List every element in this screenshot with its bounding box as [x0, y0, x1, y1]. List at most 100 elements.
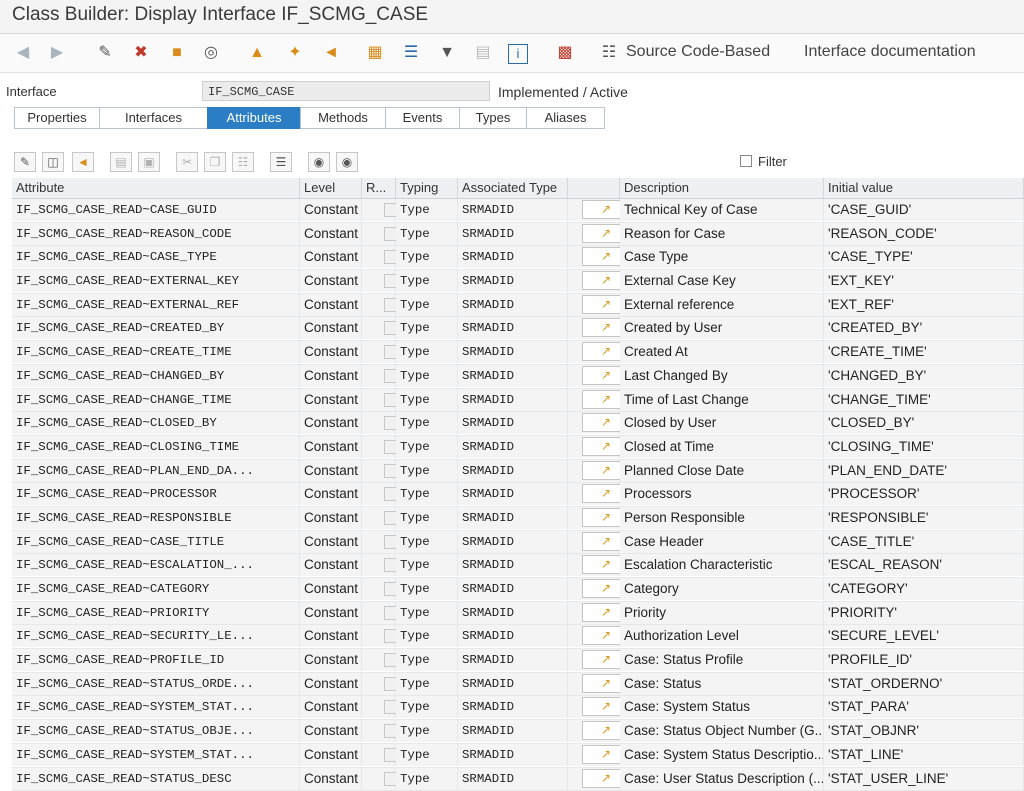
paste-icon[interactable]: ☷	[232, 152, 254, 172]
description-cell[interactable]: Created At	[620, 341, 824, 363]
level-cell[interactable]: Constant	[300, 625, 362, 647]
associated-type-cell[interactable]: SRMADID	[458, 720, 568, 742]
attribute-cell[interactable]: IF_SCMG_CASE_READ~SECURITY_LE...	[12, 625, 300, 647]
attribute-cell[interactable]: IF_SCMG_CASE_READ~RESPONSIBLE	[12, 507, 300, 529]
initial-value-cell[interactable]: 'CATEGORY'	[824, 578, 1024, 600]
associated-type-cell[interactable]: SRMADID	[458, 578, 568, 600]
attribute-cell[interactable]: IF_SCMG_CASE_READ~PRIORITY	[12, 602, 300, 624]
table-row[interactable]: IF_SCMG_CASE_READ~PROFILE_IDConstant Type…	[12, 649, 1024, 673]
cut-icon[interactable]: ✂	[176, 152, 198, 172]
level-cell[interactable]: Constant	[300, 223, 362, 245]
description-cell[interactable]: Created by User	[620, 317, 824, 339]
header-description[interactable]: Description	[620, 178, 824, 198]
level-cell[interactable]: Constant	[300, 649, 362, 671]
attribute-cell[interactable]: IF_SCMG_CASE_READ~CLOSED_BY	[12, 412, 300, 434]
associated-type-cell[interactable]: SRMADID	[458, 294, 568, 316]
description-cell[interactable]: Priority	[620, 602, 824, 624]
typing-cell[interactable]: Type	[396, 270, 458, 292]
associated-type-cell[interactable]: SRMADID	[458, 270, 568, 292]
table-row[interactable]: IF_SCMG_CASE_READ~CHANGED_BYConstantType…	[12, 365, 1024, 389]
find-icon[interactable]: ◉	[308, 152, 330, 172]
attribute-cell[interactable]: IF_SCMG_CASE_READ~ESCALATION_...	[12, 554, 300, 576]
description-cell[interactable]: Person Responsible	[620, 507, 824, 529]
typing-cell[interactable]: Type	[396, 341, 458, 363]
level-cell[interactable]: Constant	[300, 246, 362, 268]
associated-type-cell[interactable]: SRMADID	[458, 696, 568, 718]
typing-cell[interactable]: Type	[396, 199, 458, 221]
level-cell[interactable]: Constant	[300, 341, 362, 363]
typing-cell[interactable]: Type	[396, 317, 458, 339]
attribute-cell[interactable]: IF_SCMG_CASE_READ~SYSTEM_STAT...	[12, 744, 300, 766]
list-icon[interactable]: ☰	[400, 42, 422, 64]
description-cell[interactable]: Authorization Level	[620, 625, 824, 647]
associated-type-cell[interactable]: SRMADID	[458, 317, 568, 339]
attribute-cell[interactable]: IF_SCMG_CASE_READ~STATUS_OBJE...	[12, 720, 300, 742]
initial-value-cell[interactable]: 'CHANGED_BY'	[824, 365, 1024, 387]
associated-type-cell[interactable]: SRMADID	[458, 460, 568, 482]
associated-type-cell[interactable]: SRMADID	[458, 744, 568, 766]
initial-value-cell[interactable]: 'PRIORITY'	[824, 602, 1024, 624]
check-icon[interactable]: ✖	[130, 42, 152, 64]
detail-view-icon[interactable]: ✎	[14, 152, 36, 172]
typing-cell[interactable]: Type	[396, 696, 458, 718]
description-cell[interactable]: External Case Key	[620, 270, 824, 292]
associated-type-cell[interactable]: SRMADID	[458, 507, 568, 529]
typing-cell[interactable]: Type	[396, 460, 458, 482]
description-cell[interactable]: Case: Status	[620, 673, 824, 695]
attribute-cell[interactable]: IF_SCMG_CASE_READ~CATEGORY	[12, 578, 300, 600]
source-code-based-button[interactable]: Source Code-Based	[626, 43, 770, 61]
initial-value-cell[interactable]: 'CASE_TITLE'	[824, 531, 1024, 553]
attribute-cell[interactable]: IF_SCMG_CASE_READ~CASE_GUID	[12, 199, 300, 221]
attribute-cell[interactable]: IF_SCMG_CASE_READ~STATUS_ORDE...	[12, 673, 300, 695]
description-cell[interactable]: Processors	[620, 483, 824, 505]
associated-type-cell[interactable]: SRMADID	[458, 199, 568, 221]
test-icon[interactable]: ◎	[200, 42, 222, 64]
attribute-cell[interactable]: IF_SCMG_CASE_READ~PROFILE_ID	[12, 649, 300, 671]
level-cell[interactable]: Constant	[300, 578, 362, 600]
description-cell[interactable]: Closed by User	[620, 412, 824, 434]
initial-value-cell[interactable]: 'PLAN_END_DATE'	[824, 460, 1024, 482]
table-row[interactable]: IF_SCMG_CASE_READ~ESCALATION_...Constant…	[12, 554, 1024, 578]
initial-value-cell[interactable]: 'PROCESSOR'	[824, 483, 1024, 505]
typing-cell[interactable]: Type	[396, 720, 458, 742]
sort-icon[interactable]: ☰	[270, 152, 292, 172]
initial-value-cell[interactable]: 'SECURE_LEVEL'	[824, 625, 1024, 647]
level-cell[interactable]: Constant	[300, 389, 362, 411]
table-row[interactable]: IF_SCMG_CASE_READ~STATUS_OBJE...Constant…	[12, 720, 1024, 744]
associated-type-cell[interactable]: SRMADID	[458, 625, 568, 647]
table-row[interactable]: IF_SCMG_CASE_READ~PLAN_END_DA...Constant…	[12, 460, 1024, 484]
typing-cell[interactable]: Type	[396, 602, 458, 624]
typing-cell[interactable]: Type	[396, 412, 458, 434]
description-cell[interactable]: Technical Key of Case	[620, 199, 824, 221]
find-next-icon[interactable]: ◉	[336, 152, 358, 172]
header-readonly[interactable]: R...	[362, 178, 396, 198]
typing-cell[interactable]: Type	[396, 294, 458, 316]
info-icon[interactable]: i	[508, 44, 528, 64]
typing-cell[interactable]: Type	[396, 436, 458, 458]
hierarchy-icon[interactable]: ▦	[364, 42, 386, 64]
attribute-cell[interactable]: IF_SCMG_CASE_READ~EXTERNAL_REF	[12, 294, 300, 316]
level-cell[interactable]: Constant	[300, 720, 362, 742]
description-cell[interactable]: Time of Last Change	[620, 389, 824, 411]
typing-cell[interactable]: Type	[396, 673, 458, 695]
attribute-cell[interactable]: IF_SCMG_CASE_READ~CLOSING_TIME	[12, 436, 300, 458]
associated-type-cell[interactable]: SRMADID	[458, 436, 568, 458]
table-row[interactable]: IF_SCMG_CASE_READ~PROCESSORConstantTypeS…	[12, 483, 1024, 507]
delete-row-icon[interactable]: ▣	[138, 152, 160, 172]
associated-type-cell[interactable]: SRMADID	[458, 223, 568, 245]
typing-cell[interactable]: Type	[396, 365, 458, 387]
table-row[interactable]: IF_SCMG_CASE_READ~CHANGE_TIMEConstantTyp…	[12, 389, 1024, 413]
typing-cell[interactable]: Type	[396, 649, 458, 671]
magic-wand-icon[interactable]: ✦	[284, 42, 306, 64]
level-cell[interactable]: Constant	[300, 483, 362, 505]
level-cell[interactable]: Constant	[300, 507, 362, 529]
initial-value-cell[interactable]: 'STAT_PARA'	[824, 696, 1024, 718]
description-cell[interactable]: Reason for Case	[620, 223, 824, 245]
interface-name-field[interactable]: IF_SCMG_CASE	[202, 81, 490, 101]
table-row[interactable]: IF_SCMG_CASE_READ~CREATE_TIMEConstantTyp…	[12, 341, 1024, 365]
typing-cell[interactable]: Type	[396, 744, 458, 766]
associated-type-cell[interactable]: SRMADID	[458, 531, 568, 553]
initial-value-cell[interactable]: 'CASE_TYPE'	[824, 246, 1024, 268]
description-cell[interactable]: Planned Close Date	[620, 460, 824, 482]
description-cell[interactable]: Case: System Status	[620, 696, 824, 718]
